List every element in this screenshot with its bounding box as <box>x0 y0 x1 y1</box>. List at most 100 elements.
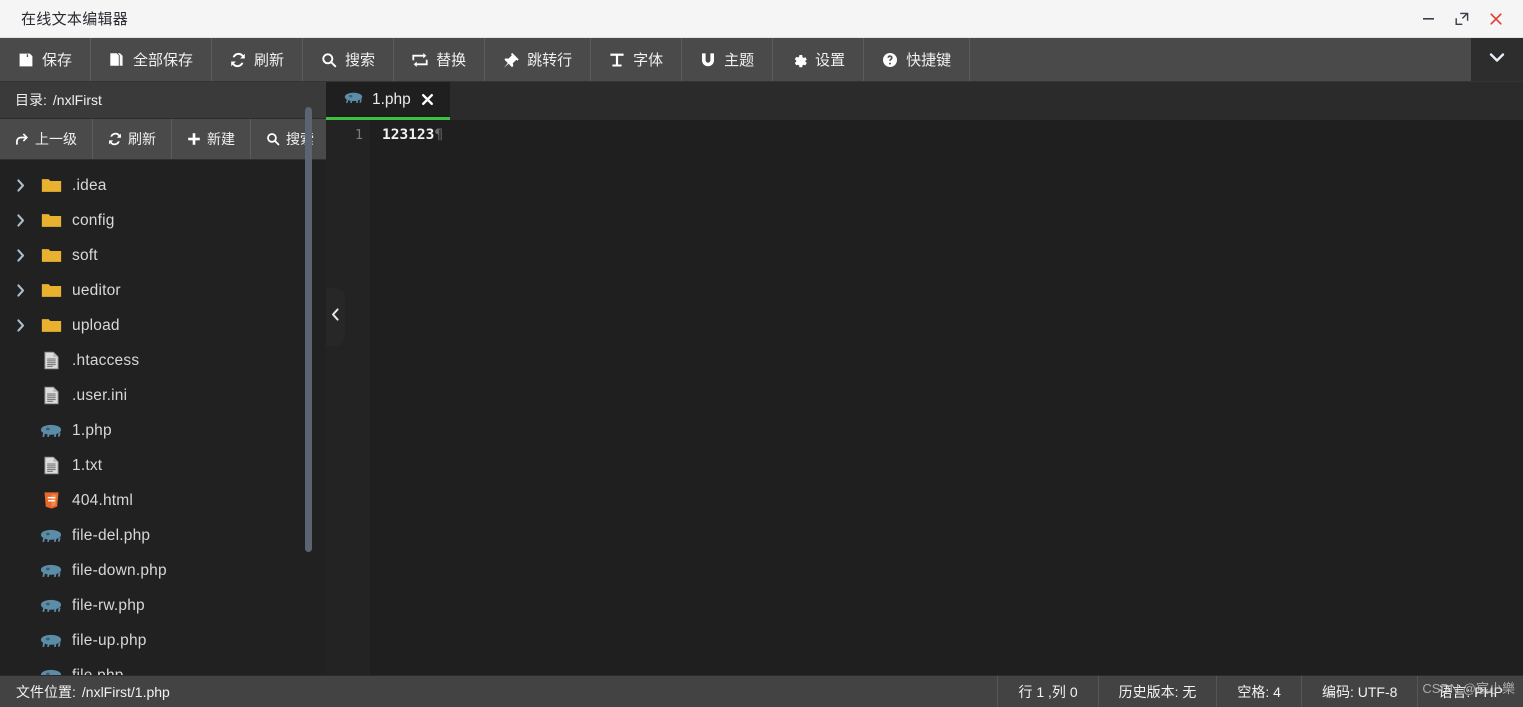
chevron-right-icon[interactable] <box>14 318 36 333</box>
tree-folder-row[interactable]: soft <box>0 238 326 273</box>
status-bar: 文件位置: /nxlFirst/1.php 行 1 ,列 0 历史版本: 无 空… <box>0 675 1523 707</box>
editor-tab-label: 1.php <box>372 90 411 108</box>
sidebar-scrollbar-track[interactable] <box>305 82 319 675</box>
tree-item-label: file-up.php <box>72 631 147 649</box>
tree-file-row[interactable]: file-down.php <box>0 553 326 588</box>
page-title: 在线文本编辑器 <box>21 11 129 28</box>
close-button[interactable] <box>1479 0 1513 38</box>
toolbar-button-settings[interactable]: 设置 <box>773 38 865 81</box>
toolbar-label: 快捷键 <box>906 52 952 69</box>
tree-item-label: file-rw.php <box>72 596 145 614</box>
line-number: 1 <box>354 127 363 143</box>
toolbar-button-replace[interactable]: 替换 <box>394 38 486 81</box>
php-file-icon <box>36 668 66 675</box>
tree-file-row[interactable]: .htaccess <box>0 343 326 378</box>
help-icon <box>882 52 898 68</box>
php-icon <box>344 91 363 109</box>
tree-file-row[interactable]: .user.ini <box>0 378 326 413</box>
folder-icon <box>36 247 66 264</box>
fileops-button-new[interactable]: 新建 <box>172 119 251 159</box>
text-file-icon <box>36 386 66 405</box>
sidebar-collapse-handle[interactable] <box>326 288 345 346</box>
editor-tab-close-button[interactable] <box>420 92 435 107</box>
chevron-right-icon[interactable] <box>14 248 36 263</box>
font-icon <box>609 52 625 68</box>
chevron-right-icon[interactable] <box>14 283 36 298</box>
editor-tab-1php[interactable]: 1.php <box>326 82 450 120</box>
toolbar-button-refresh[interactable]: 刷新 <box>212 38 304 81</box>
status-file-location-label: 文件位置: <box>16 683 76 700</box>
code-content[interactable]: 123123¶ <box>370 120 1523 675</box>
toolbar-label: 跳转行 <box>527 52 573 69</box>
status-encoding[interactable]: 编码: UTF-8 <box>1300 676 1417 707</box>
tree-file-row[interactable]: file-del.php <box>0 518 326 553</box>
editor-tabbar: 1.php <box>326 82 1523 120</box>
replace-icon <box>412 52 428 68</box>
toolbar-button-save[interactable]: 保存 <box>0 38 92 81</box>
toolbar-label: 刷新 <box>254 52 285 69</box>
status-file-location-value: /nxlFirst/1.php <box>81 683 170 700</box>
file-operations-bar: 上一级 刷新 新建 搜索 <box>0 119 326 160</box>
toolbar-button-theme[interactable]: 主题 <box>682 38 774 81</box>
tree-folder-row[interactable]: ueditor <box>0 273 326 308</box>
maximize-button[interactable] <box>1445 0 1479 38</box>
save-icon <box>18 52 34 68</box>
refresh-icon <box>108 132 122 146</box>
tree-folder-row[interactable]: .idea <box>0 168 326 203</box>
status-history-version[interactable]: 历史版本: 无 <box>1097 676 1217 707</box>
status-language[interactable]: 语言: PHP <box>1417 676 1523 707</box>
toolbar-filler <box>970 38 1471 81</box>
tree-folder-row[interactable]: config <box>0 203 326 238</box>
tree-item-label: .htaccess <box>72 351 140 369</box>
minimize-button[interactable] <box>1411 0 1445 38</box>
text-file-icon <box>36 351 66 370</box>
tree-folder-row[interactable]: upload <box>0 308 326 343</box>
toolbar-expand-button[interactable] <box>1471 38 1523 81</box>
toolbar-button-search[interactable]: 搜索 <box>303 38 395 81</box>
fileops-button-parent[interactable]: 上一级 <box>0 119 93 159</box>
line-number-gutter: 1 <box>326 120 370 675</box>
toolbar-label: 设置 <box>815 52 846 69</box>
code-line-text: 123123 <box>382 127 435 143</box>
file-tree[interactable]: .idea config soft ueditor upload .htaccess .us… <box>0 160 326 675</box>
folder-icon <box>36 212 66 229</box>
fileops-button-refresh[interactable]: 刷新 <box>93 119 172 159</box>
toolbar-label: 保存 <box>42 52 73 69</box>
tree-item-label: file.php <box>72 666 124 676</box>
toolbar-button-goto-line[interactable]: 跳转行 <box>485 38 592 81</box>
toolbar-label: 全部保存 <box>133 52 194 69</box>
tree-file-row[interactable]: file.php <box>0 658 326 675</box>
toolbar-button-shortcuts[interactable]: 快捷键 <box>864 38 971 81</box>
tree-file-row[interactable]: 1.php <box>0 413 326 448</box>
code-line[interactable]: 123123¶ <box>382 125 1523 145</box>
tree-item-label: 1.php <box>72 421 112 439</box>
toolbar-button-save-all[interactable]: 全部保存 <box>91 38 213 81</box>
chevron-right-icon[interactable] <box>14 178 36 193</box>
php-file-icon <box>36 633 66 648</box>
status-indent-spaces[interactable]: 空格: 4 <box>1216 676 1301 707</box>
php-file-icon <box>36 563 66 578</box>
gear-icon <box>791 52 807 68</box>
tree-item-label: .idea <box>72 176 107 194</box>
tree-file-row[interactable]: file-up.php <box>0 623 326 658</box>
search-icon <box>266 132 280 146</box>
php-file-icon <box>36 598 66 613</box>
tree-file-row[interactable]: file-rw.php <box>0 588 326 623</box>
sidebar-scrollbar-thumb[interactable] <box>305 107 312 552</box>
tree-file-row[interactable]: 404.html <box>0 483 326 518</box>
folder-icon <box>36 282 66 299</box>
title-bar: 在线文本编辑器 <box>0 0 1523 38</box>
tree-item-label: soft <box>72 246 98 264</box>
folder-icon <box>36 317 66 334</box>
html-file-icon <box>36 491 66 510</box>
php-file-icon <box>36 528 66 543</box>
toolbar-button-font[interactable]: 字体 <box>591 38 683 81</box>
main-toolbar: 保存 全部保存 刷新 搜索 替换 跳转行 字体 主题 设置 快捷键 <box>0 38 1523 82</box>
php-file-icon <box>36 423 66 438</box>
tree-file-row[interactable]: 1.txt <box>0 448 326 483</box>
app-window: 在线文本编辑器 保存 全部保存 刷新 搜索 替换 跳转行 字体 主题 设置 快捷… <box>0 0 1523 707</box>
status-file-location: 文件位置: /nxlFirst/1.php <box>0 676 997 707</box>
chevron-right-icon[interactable] <box>14 213 36 228</box>
code-editor[interactable]: 1 123123¶ <box>326 120 1523 675</box>
toolbar-label: 替换 <box>436 52 467 69</box>
